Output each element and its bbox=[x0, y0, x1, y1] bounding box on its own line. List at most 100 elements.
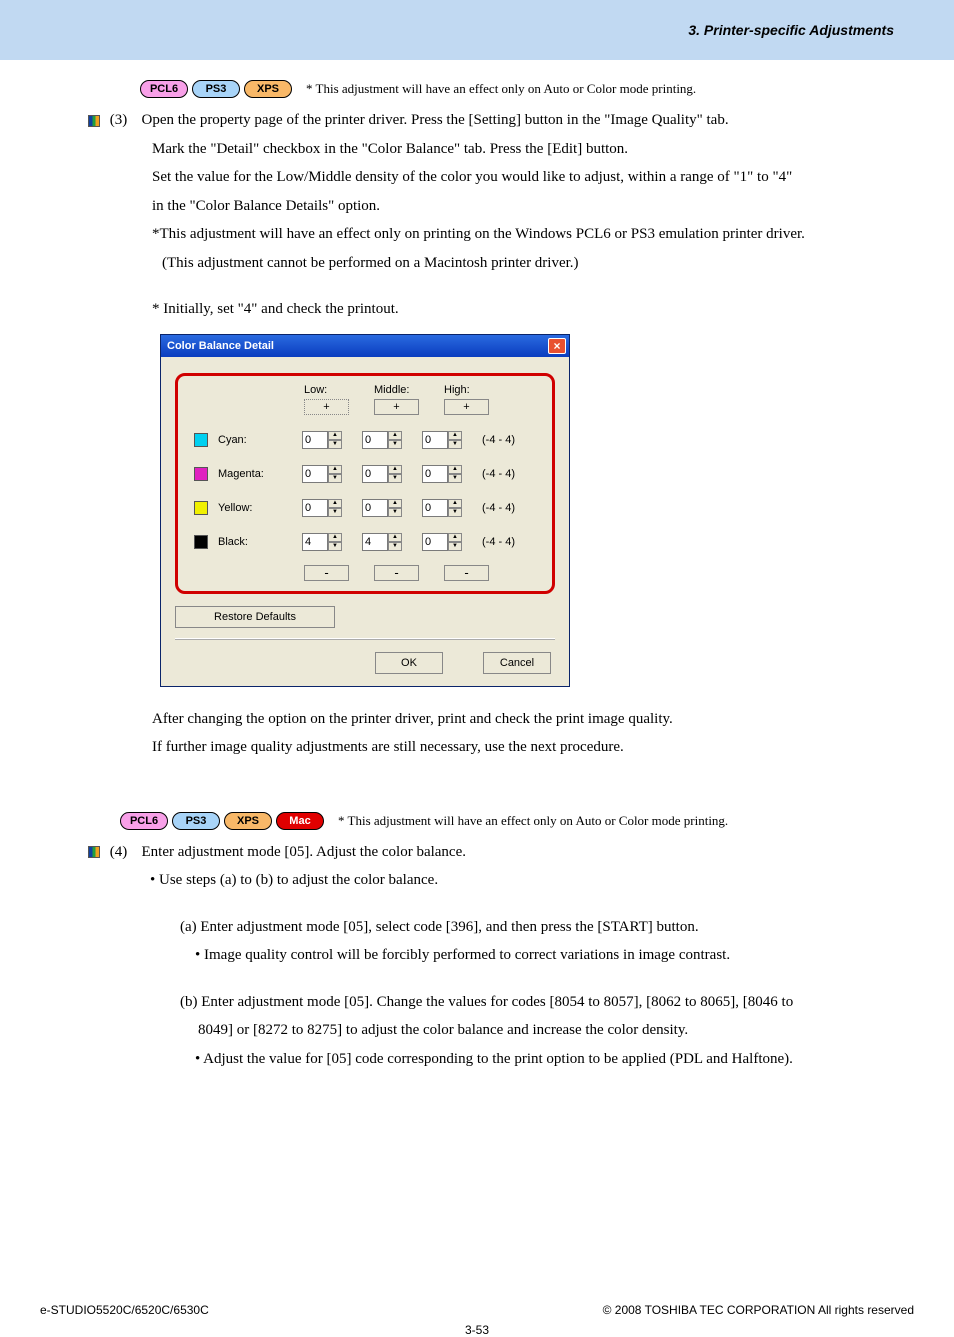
down-arrow-icon[interactable]: ▼ bbox=[448, 542, 462, 551]
down-arrow-icon[interactable]: ▼ bbox=[388, 474, 402, 483]
pill-row-1: PCL6 PS3 XPS * This adjustment will have… bbox=[140, 80, 914, 98]
after-l2: If further image quality adjustments are… bbox=[152, 733, 914, 762]
down-arrow-icon[interactable]: ▼ bbox=[328, 474, 342, 483]
yellow-mid-input[interactable]: 0 bbox=[362, 499, 388, 517]
down-arrow-icon[interactable]: ▼ bbox=[448, 474, 462, 483]
yellow-high-input[interactable]: 0 bbox=[422, 499, 448, 517]
yellow-low-spin[interactable]: 0▲▼ bbox=[302, 499, 342, 517]
minus-mid-button[interactable]: - bbox=[374, 565, 419, 581]
step3-l4: in the "Color Balance Details" option. bbox=[152, 192, 914, 221]
col-low: Low: bbox=[304, 384, 374, 396]
footer-right: © 2008 TOSHIBA TEC CORPORATION All right… bbox=[603, 1303, 914, 1317]
down-arrow-icon[interactable]: ▼ bbox=[388, 508, 402, 517]
down-arrow-icon[interactable]: ▼ bbox=[328, 542, 342, 551]
dialog-container: Color Balance Detail × Low: Middle: High… bbox=[160, 334, 914, 687]
black-label: Black: bbox=[218, 536, 302, 548]
cyan-low-spin[interactable]: 0▲▼ bbox=[302, 431, 342, 449]
up-arrow-icon[interactable]: ▲ bbox=[388, 499, 402, 508]
up-arrow-icon[interactable]: ▲ bbox=[448, 465, 462, 474]
cyan-low-input[interactable]: 0 bbox=[302, 431, 328, 449]
up-arrow-icon[interactable]: ▲ bbox=[388, 431, 402, 440]
ok-row: OK Cancel bbox=[175, 652, 555, 674]
minus-high-button[interactable]: - bbox=[444, 565, 489, 581]
plus-mid-button[interactable]: + bbox=[374, 399, 419, 415]
pill-xps-2: XPS bbox=[224, 812, 272, 830]
color-balance-dialog: Color Balance Detail × Low: Middle: High… bbox=[160, 334, 570, 687]
minus-low-button[interactable]: - bbox=[304, 565, 349, 581]
up-arrow-icon[interactable]: ▲ bbox=[388, 465, 402, 474]
highlight-border: Low: Middle: High: + + + Cyan: 0▲▼ bbox=[175, 373, 555, 594]
restore-defaults-button[interactable]: Restore Defaults bbox=[175, 606, 335, 628]
down-arrow-icon[interactable]: ▼ bbox=[448, 440, 462, 449]
header-band: 3. Printer-specific Adjustments bbox=[0, 0, 954, 60]
restore-row: Restore Defaults bbox=[175, 606, 555, 628]
close-icon[interactable]: × bbox=[548, 338, 566, 354]
black-range: (-4 - 4) bbox=[482, 536, 515, 548]
yellow-high-spin[interactable]: 0▲▼ bbox=[422, 499, 462, 517]
magenta-low-input[interactable]: 0 bbox=[302, 465, 328, 483]
step3-num: (3) bbox=[110, 106, 138, 135]
black-mid-input[interactable]: 4 bbox=[362, 533, 388, 551]
up-arrow-icon[interactable]: ▲ bbox=[328, 499, 342, 508]
footer-page: 3-53 bbox=[0, 1323, 954, 1337]
black-mid-spin[interactable]: 4▲▼ bbox=[362, 533, 402, 551]
up-arrow-icon[interactable]: ▲ bbox=[448, 431, 462, 440]
step4-block: (4) Enter adjustment mode [05]. Adjust t… bbox=[88, 838, 914, 867]
cyan-range: (-4 - 4) bbox=[482, 434, 515, 446]
black-high-spin[interactable]: 0▲▼ bbox=[422, 533, 462, 551]
pill-ps3: PS3 bbox=[192, 80, 240, 98]
magenta-high-spin[interactable]: 0▲▼ bbox=[422, 465, 462, 483]
up-arrow-icon[interactable]: ▲ bbox=[448, 533, 462, 542]
step3-l7: * Initially, set "4" and check the print… bbox=[152, 295, 914, 324]
black-low-input[interactable]: 4 bbox=[302, 533, 328, 551]
black-low-spin[interactable]: 4▲▼ bbox=[302, 533, 342, 551]
ok-button[interactable]: OK bbox=[375, 652, 443, 674]
cyan-high-input[interactable]: 0 bbox=[422, 431, 448, 449]
cyan-mid-input[interactable]: 0 bbox=[362, 431, 388, 449]
pill-pcl6: PCL6 bbox=[140, 80, 188, 98]
after-l1: After changing the option on the printer… bbox=[152, 705, 914, 734]
cyan-label: Cyan: bbox=[218, 434, 302, 446]
magenta-mid-spin[interactable]: 0▲▼ bbox=[362, 465, 402, 483]
cancel-button[interactable]: Cancel bbox=[483, 652, 551, 674]
magenta-swatch-icon bbox=[194, 467, 208, 481]
col-high: High: bbox=[444, 384, 504, 396]
step3-l5: *This adjustment will have an effect onl… bbox=[152, 220, 914, 249]
effect-note-1: * This adjustment will have an effect on… bbox=[306, 81, 696, 97]
yellow-range: (-4 - 4) bbox=[482, 502, 515, 514]
step3-l1: Open the property page of the printer dr… bbox=[142, 112, 729, 128]
plus-high-button[interactable]: + bbox=[444, 399, 489, 415]
yellow-label: Yellow: bbox=[218, 502, 302, 514]
up-arrow-icon[interactable]: ▲ bbox=[328, 465, 342, 474]
down-arrow-icon[interactable]: ▼ bbox=[388, 542, 402, 551]
step4-num: (4) bbox=[110, 838, 138, 867]
down-arrow-icon[interactable]: ▼ bbox=[388, 440, 402, 449]
magenta-range: (-4 - 4) bbox=[482, 468, 515, 480]
cyan-high-spin[interactable]: 0▲▼ bbox=[422, 431, 462, 449]
step4-l1: Enter adjustment mode [05]. Adjust the c… bbox=[142, 844, 467, 860]
down-arrow-icon[interactable]: ▼ bbox=[328, 440, 342, 449]
pill-xps: XPS bbox=[244, 80, 292, 98]
yellow-low-input[interactable]: 0 bbox=[302, 499, 328, 517]
row-cyan: Cyan: 0▲▼ 0▲▼ 0▲▼ (-4 - 4) bbox=[194, 431, 546, 449]
magenta-high-input[interactable]: 0 bbox=[422, 465, 448, 483]
up-arrow-icon[interactable]: ▲ bbox=[328, 431, 342, 440]
yellow-mid-spin[interactable]: 0▲▼ bbox=[362, 499, 402, 517]
up-arrow-icon[interactable]: ▲ bbox=[448, 499, 462, 508]
footer: e-STUDIO5520C/6520C/6530C © 2008 TOSHIBA… bbox=[0, 1303, 954, 1317]
magenta-mid-input[interactable]: 0 bbox=[362, 465, 388, 483]
cyan-swatch-icon bbox=[194, 433, 208, 447]
dialog-title: Color Balance Detail bbox=[167, 340, 274, 352]
down-arrow-icon[interactable]: ▼ bbox=[328, 508, 342, 517]
black-high-input[interactable]: 0 bbox=[422, 533, 448, 551]
down-arrow-icon[interactable]: ▼ bbox=[448, 508, 462, 517]
pill-ps3-2: PS3 bbox=[172, 812, 220, 830]
step3-l6: (This adjustment cannot be performed on … bbox=[152, 249, 914, 278]
cyan-mid-spin[interactable]: 0▲▼ bbox=[362, 431, 402, 449]
pill-row-2: PCL6 PS3 XPS Mac * This adjustment will … bbox=[120, 812, 914, 830]
plus-low-button[interactable]: + bbox=[304, 399, 349, 415]
step4-b1: • Use steps (a) to (b) to adjust the col… bbox=[150, 866, 914, 895]
magenta-low-spin[interactable]: 0▲▼ bbox=[302, 465, 342, 483]
up-arrow-icon[interactable]: ▲ bbox=[388, 533, 402, 542]
up-arrow-icon[interactable]: ▲ bbox=[328, 533, 342, 542]
